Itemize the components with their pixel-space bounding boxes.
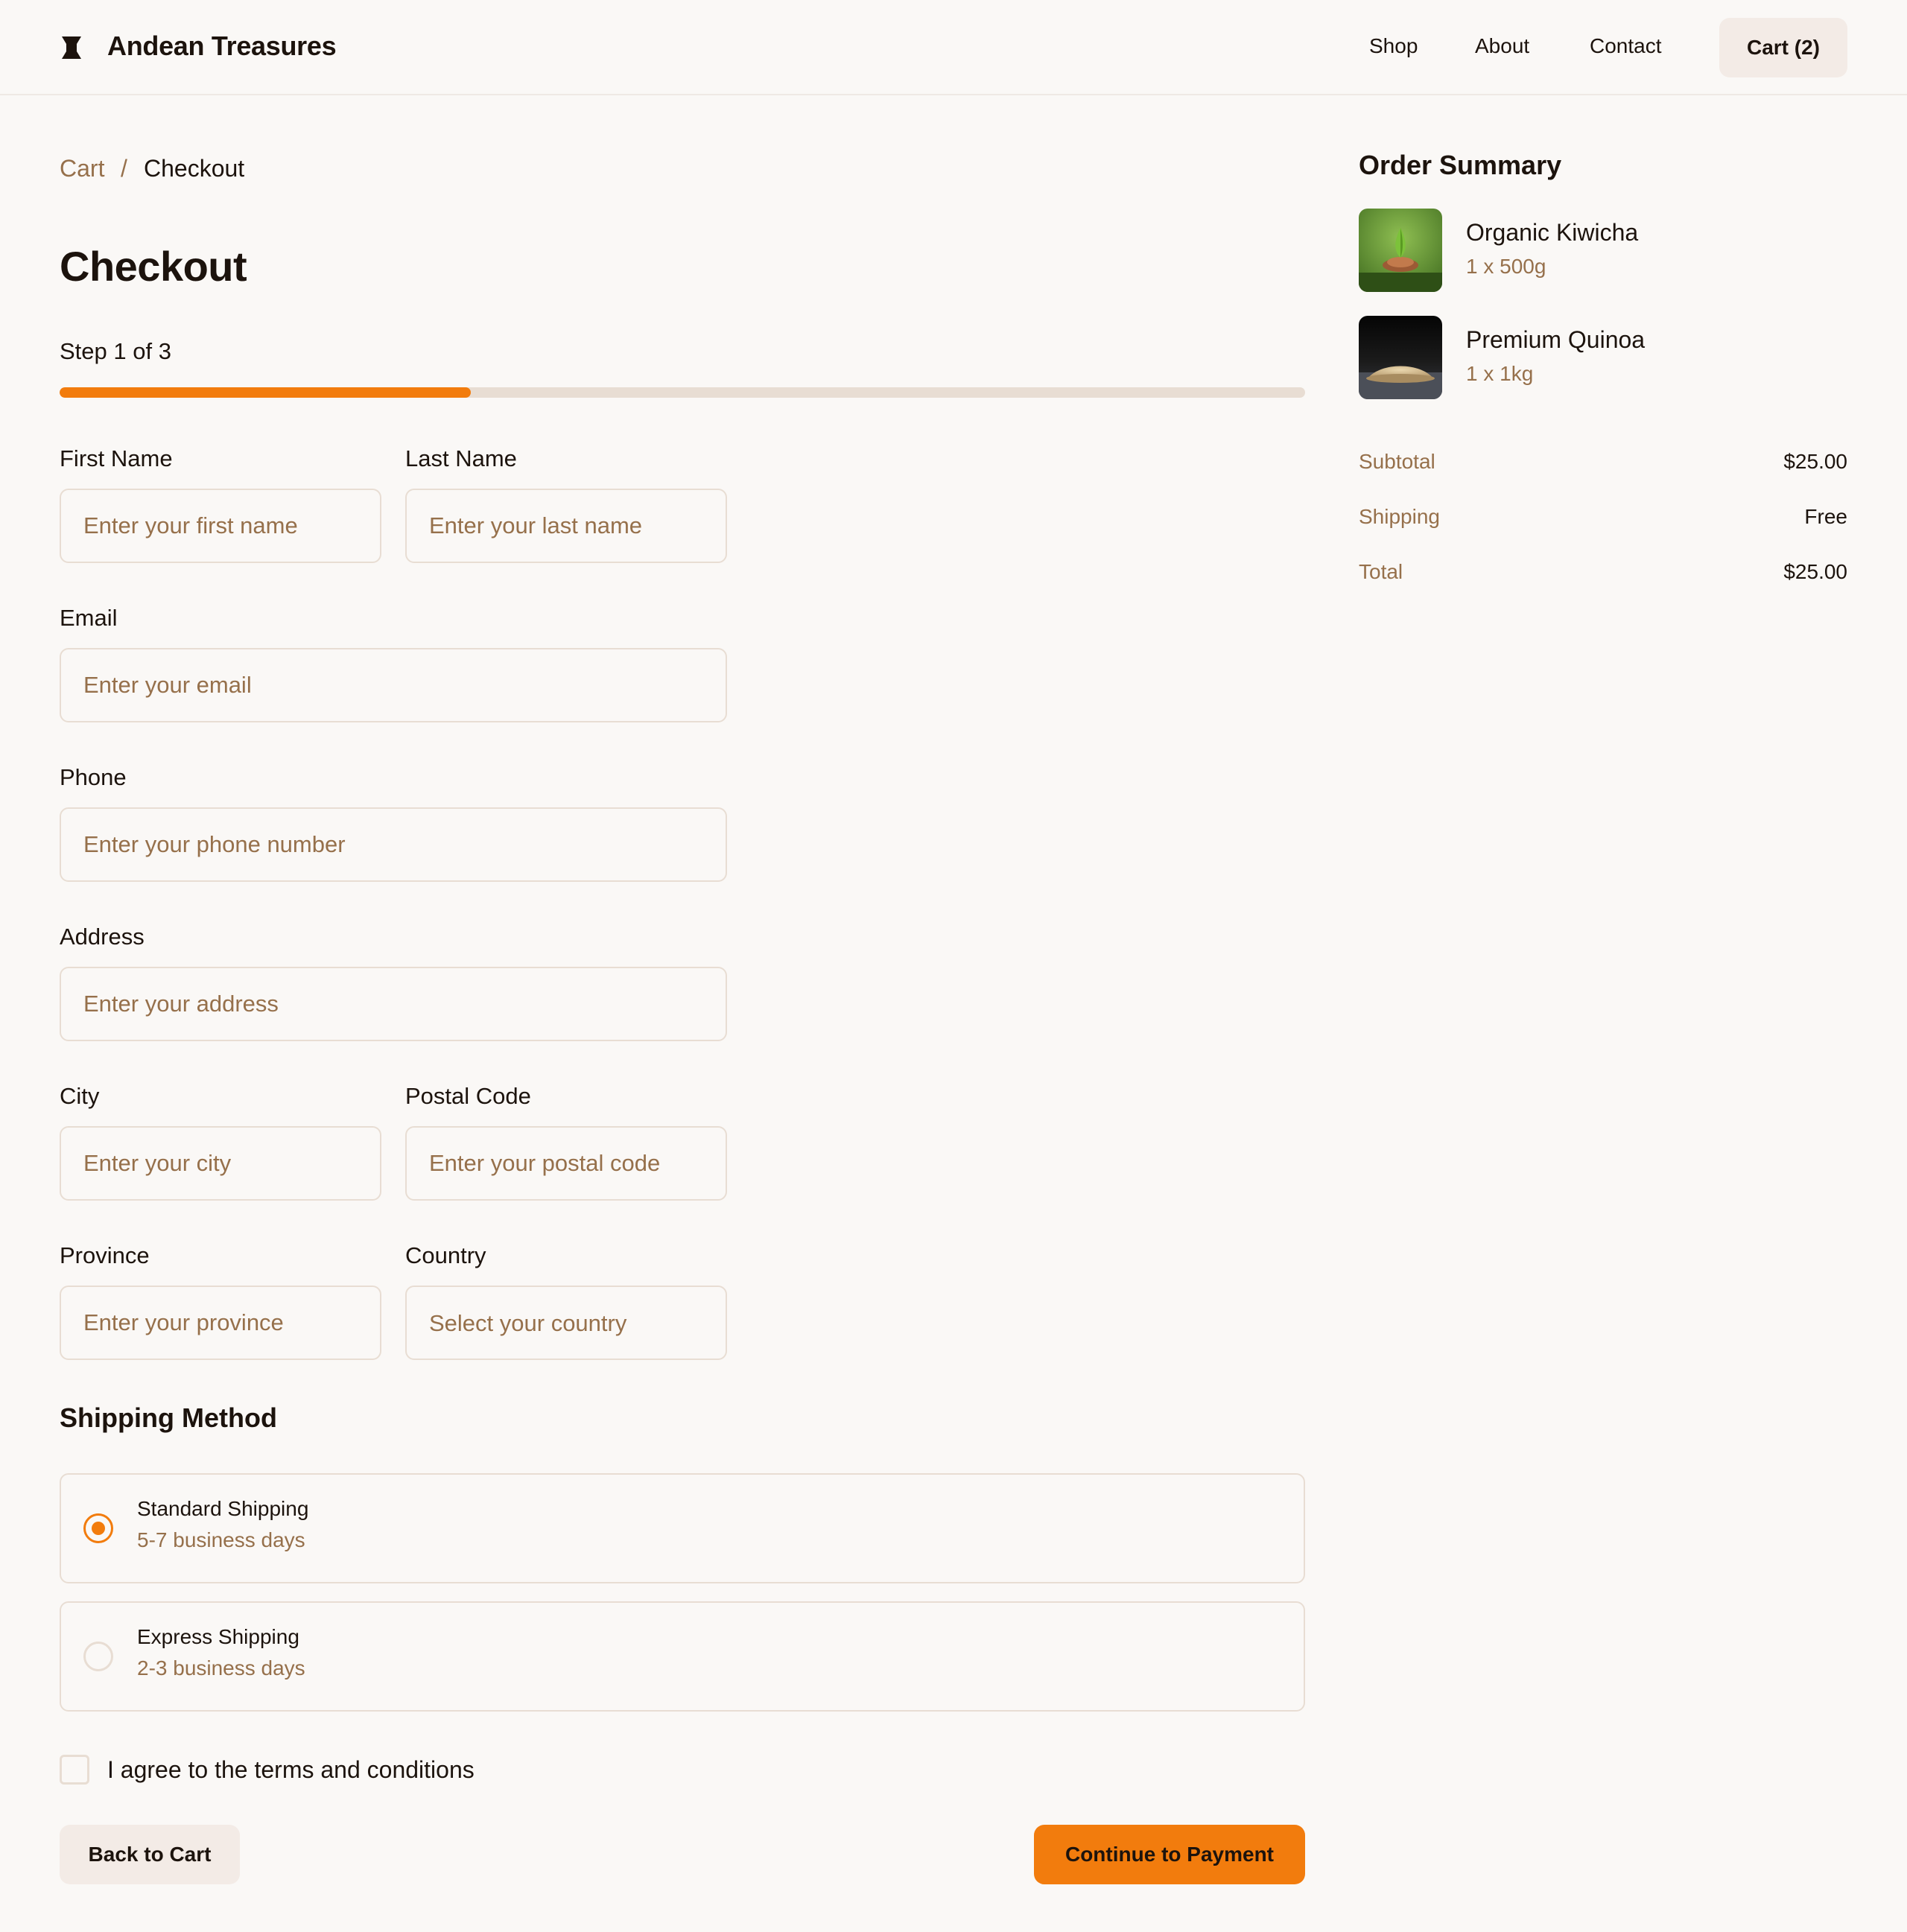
shipping-option-name: Standard Shipping [137, 1497, 309, 1520]
progress-bar-fill [60, 387, 471, 398]
last-name-input[interactable] [405, 489, 727, 563]
breadcrumb-cart-link[interactable]: Cart [60, 152, 104, 185]
nav-shop[interactable]: Shop [1369, 30, 1418, 63]
quinoa-product-image [1359, 316, 1442, 399]
first-name-label: First Name [60, 445, 173, 471]
summary-item-name: Premium Quinoa [1466, 326, 1646, 353]
radio-standard-selected[interactable] [83, 1513, 113, 1543]
email-label: Email [60, 605, 118, 631]
site-header: Andean Treasures Shop About Contact Cart… [0, 0, 1907, 95]
progress-bar [60, 387, 1305, 398]
shipping-label: Shipping [1359, 505, 1440, 528]
breadcrumb-separator: / [121, 155, 127, 182]
logo-icon [62, 36, 81, 59]
continue-to-payment-button[interactable]: Continue to Payment [1034, 1825, 1305, 1884]
subtotal-value: $25.00 [1783, 450, 1847, 473]
shipping-option-standard[interactable]: Standard Shipping 5-7 business days [60, 1473, 1305, 1583]
total-value: $25.00 [1783, 560, 1847, 583]
shipping-method-heading: Shipping Method [60, 1402, 277, 1433]
subtotal-label: Subtotal [1359, 450, 1435, 473]
phone-label: Phone [60, 764, 127, 790]
order-summary-title: Order Summary [1359, 150, 1562, 180]
last-name-label: Last Name [405, 445, 517, 471]
province-input[interactable] [60, 1286, 381, 1360]
summary-item-qty: 1 x 500g [1466, 255, 1546, 278]
address-label: Address [60, 924, 145, 950]
shipping-value: Free [1804, 505, 1847, 528]
email-input[interactable] [60, 648, 727, 722]
country-label: Country [405, 1242, 486, 1268]
phone-input[interactable] [60, 807, 727, 882]
shipping-option-name: Express Shipping [137, 1625, 299, 1648]
terms-label[interactable]: I agree to the terms and conditions [107, 1753, 475, 1786]
shipping-option-express[interactable]: Express Shipping 2-3 business days [60, 1601, 1305, 1712]
breadcrumb-current: Checkout [144, 155, 245, 182]
postal-code-label: Postal Code [405, 1083, 531, 1109]
province-label: Province [60, 1242, 150, 1268]
step-indicator: Step 1 of 3 [60, 338, 171, 364]
shipping-option-detail: 2-3 business days [137, 1656, 305, 1680]
checkout-page: Andean Treasures Shop About Contact Cart… [0, 0, 1907, 1932]
kiwicha-product-image [1359, 209, 1442, 292]
page-title: Checkout [60, 243, 247, 290]
city-input[interactable] [60, 1126, 381, 1201]
radio-express[interactable] [83, 1642, 113, 1671]
cart-button[interactable]: Cart (2) [1719, 18, 1847, 77]
country-select[interactable]: Select your country [405, 1286, 727, 1360]
terms-checkbox[interactable] [60, 1755, 89, 1785]
first-name-input[interactable] [60, 489, 381, 563]
shipping-option-detail: 5-7 business days [137, 1528, 305, 1551]
back-to-cart-button[interactable]: Back to Cart [60, 1825, 240, 1884]
nav-contact[interactable]: Contact [1590, 30, 1662, 63]
nav-about[interactable]: About [1475, 30, 1529, 63]
total-label: Total [1359, 560, 1403, 583]
address-input[interactable] [60, 967, 727, 1041]
summary-item-name: Organic Kiwicha [1466, 219, 1639, 246]
city-label: City [60, 1083, 100, 1109]
brand-name[interactable]: Andean Treasures [107, 28, 337, 64]
summary-item-qty: 1 x 1kg [1466, 362, 1534, 385]
postal-code-input[interactable] [405, 1126, 727, 1201]
